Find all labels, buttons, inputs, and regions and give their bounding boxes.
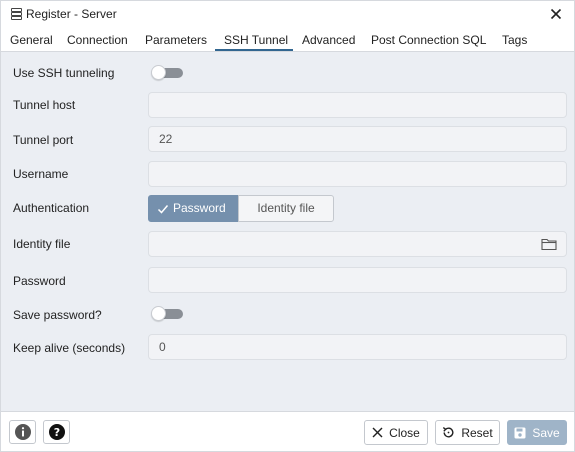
use-ssh-toggle[interactable] xyxy=(151,65,183,80)
use-ssh-label: Use SSH tunneling xyxy=(13,66,115,80)
tunnel-port-label: Tunnel port xyxy=(13,133,74,147)
server-icon xyxy=(11,8,22,20)
identity-file-input[interactable] xyxy=(148,231,567,257)
reset-icon xyxy=(443,427,454,438)
info-button[interactable] xyxy=(9,420,36,444)
ssh-tunnel-panel: Use SSH tunneling Tunnel host Tunnel por… xyxy=(1,52,574,411)
close-button-label: Close xyxy=(389,425,420,440)
tab-parameters[interactable]: Parameters xyxy=(145,33,207,47)
help-icon: ? xyxy=(48,424,65,440)
username-label: Username xyxy=(13,167,69,181)
identity-file-label: Identity file xyxy=(13,237,71,251)
reset-button[interactable]: Reset xyxy=(435,420,500,445)
auth-password-label: Password xyxy=(173,201,226,215)
title-bar: Register - Server xyxy=(1,1,574,27)
close-icon[interactable] xyxy=(548,6,564,22)
dialog-title: Register - Server xyxy=(26,7,117,21)
check-icon xyxy=(157,204,169,214)
save-icon xyxy=(514,427,526,438)
dialog-footer: ? Close Reset Save xyxy=(1,411,574,451)
tab-post-connection-sql[interactable]: Post Connection SQL xyxy=(371,33,486,47)
save-password-label: Save password? xyxy=(13,308,102,322)
auth-identity-file-option[interactable]: Identity file xyxy=(238,195,334,222)
tab-ssh-tunnel[interactable]: SSH Tunnel xyxy=(224,33,288,47)
tab-connection[interactable]: Connection xyxy=(67,33,128,47)
tab-bar: General Connection Parameters SSH Tunnel… xyxy=(1,27,574,52)
svg-text:?: ? xyxy=(53,426,59,439)
password-label: Password xyxy=(13,274,66,288)
register-server-dialog: Register - Server General Connection Par… xyxy=(0,0,575,452)
tunnel-host-input[interactable] xyxy=(148,92,567,118)
folder-icon[interactable] xyxy=(541,237,557,251)
keep-alive-label: Keep alive (seconds) xyxy=(13,341,126,355)
save-button-label: Save xyxy=(532,425,560,440)
close-button[interactable]: Close xyxy=(364,420,428,445)
reset-button-label: Reset xyxy=(461,425,493,440)
tunnel-host-label: Tunnel host xyxy=(13,98,76,112)
tunnel-port-input[interactable]: 22 xyxy=(148,126,567,152)
tab-tags[interactable]: Tags xyxy=(502,33,527,47)
authentication-selector: Password Identity file xyxy=(148,195,334,222)
help-button[interactable]: ? xyxy=(43,420,70,444)
password-input[interactable] xyxy=(148,267,567,293)
authentication-label: Authentication xyxy=(13,201,90,215)
active-tab-indicator xyxy=(215,49,293,51)
save-password-toggle[interactable] xyxy=(151,306,183,321)
username-input[interactable] xyxy=(148,161,567,187)
close-icon xyxy=(372,427,383,438)
tab-general[interactable]: General xyxy=(10,33,53,47)
save-button[interactable]: Save xyxy=(507,420,567,445)
tab-advanced[interactable]: Advanced xyxy=(302,33,355,47)
auth-password-option[interactable]: Password xyxy=(148,195,238,222)
keep-alive-input[interactable]: 0 xyxy=(148,334,567,360)
info-icon xyxy=(14,424,31,440)
